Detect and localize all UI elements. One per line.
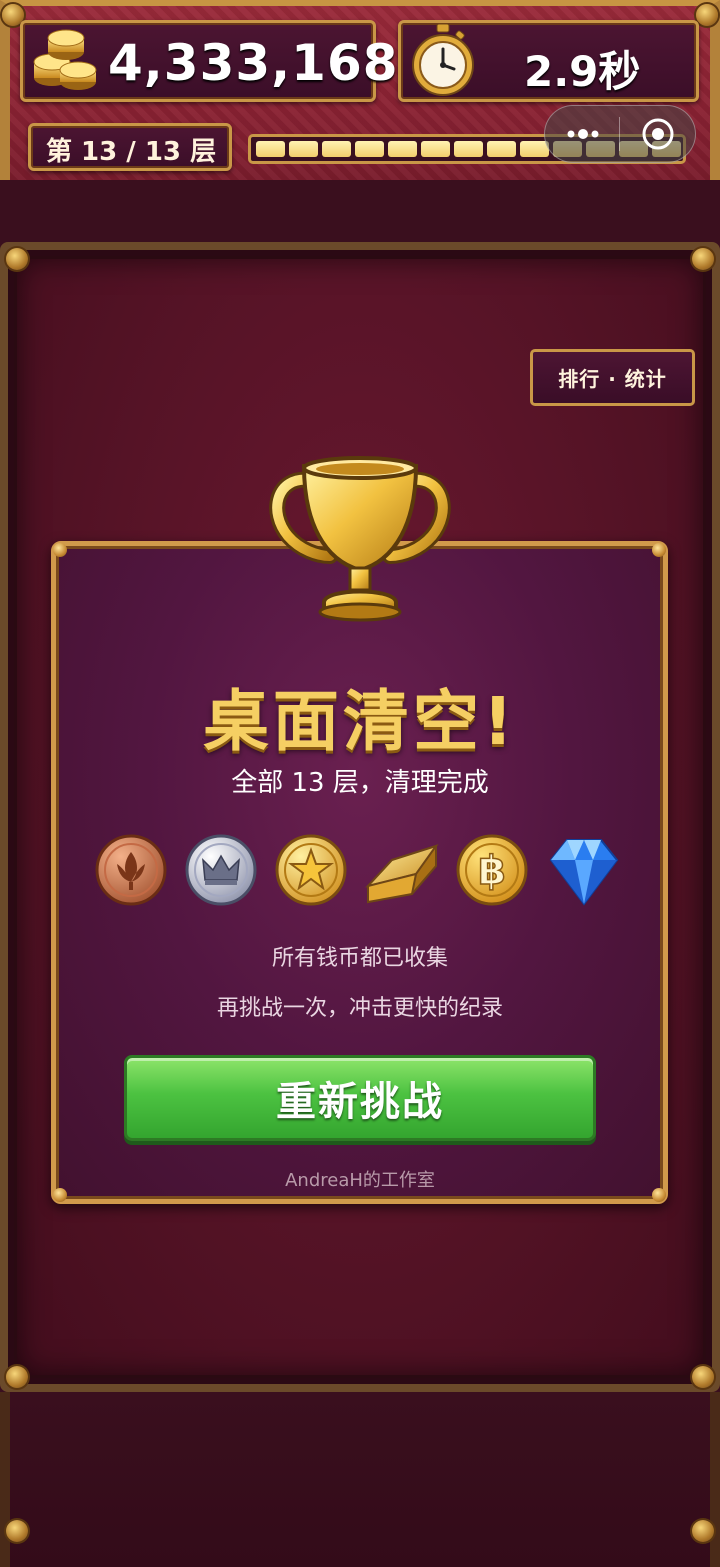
encourage-text: 再挑战一次，冲击更快的纪录 bbox=[216, 996, 503, 1021]
progress-segment bbox=[487, 141, 516, 157]
dialog-corner bbox=[53, 543, 67, 557]
progress-segment bbox=[289, 141, 318, 157]
progress-segment bbox=[421, 141, 450, 157]
stopwatch-icon bbox=[412, 23, 474, 96]
corner-ornament bbox=[692, 1366, 714, 1388]
win-subtitle: 全部 13 层，清理完成 bbox=[231, 768, 489, 798]
progress-segment bbox=[322, 141, 351, 157]
level-label: 第 13 / 13 层 bbox=[46, 137, 217, 167]
bottom-area bbox=[0, 1392, 720, 1567]
progress-segment bbox=[454, 141, 483, 157]
diamond-icon bbox=[549, 839, 619, 906]
retry-button[interactable]: 重新挑战 bbox=[124, 1055, 596, 1141]
gold-bar-icon bbox=[364, 844, 439, 904]
coin-stack-icon bbox=[33, 29, 97, 90]
corner-ornament bbox=[6, 248, 28, 270]
coins-value: 4,333,168 bbox=[108, 34, 399, 92]
more-icon[interactable] bbox=[563, 120, 603, 148]
corner-ornament bbox=[696, 4, 718, 26]
dialog-corner bbox=[652, 543, 666, 557]
corner-ornament bbox=[692, 1520, 714, 1542]
progress-segment bbox=[256, 141, 285, 157]
gold-star-coin-icon bbox=[275, 834, 347, 906]
progress-segment bbox=[355, 141, 384, 157]
progress-segment bbox=[388, 141, 417, 157]
svg-text:฿: ฿ bbox=[478, 848, 506, 894]
silver-crown-coin-icon bbox=[185, 834, 257, 906]
corner-ornament bbox=[692, 248, 714, 270]
rank-stats-button[interactable]: 排行 · 统计 bbox=[530, 349, 695, 406]
corner-ornament bbox=[6, 1366, 28, 1388]
bronze-leaf-coin-icon bbox=[95, 834, 167, 906]
close-miniprogram-icon[interactable] bbox=[640, 116, 676, 152]
corner-ornament bbox=[6, 1520, 28, 1542]
capsule-divider bbox=[619, 117, 620, 151]
studio-credit: AndreaH的工作室 bbox=[285, 1170, 435, 1191]
win-title: 桌面清空! bbox=[202, 683, 518, 760]
coins-collected-text: 所有钱币都已收集 bbox=[271, 946, 448, 971]
timer-value: 2.9秒 bbox=[524, 47, 641, 96]
bitcoin-icon: ฿ bbox=[456, 834, 528, 906]
trophy-icon bbox=[269, 456, 451, 622]
